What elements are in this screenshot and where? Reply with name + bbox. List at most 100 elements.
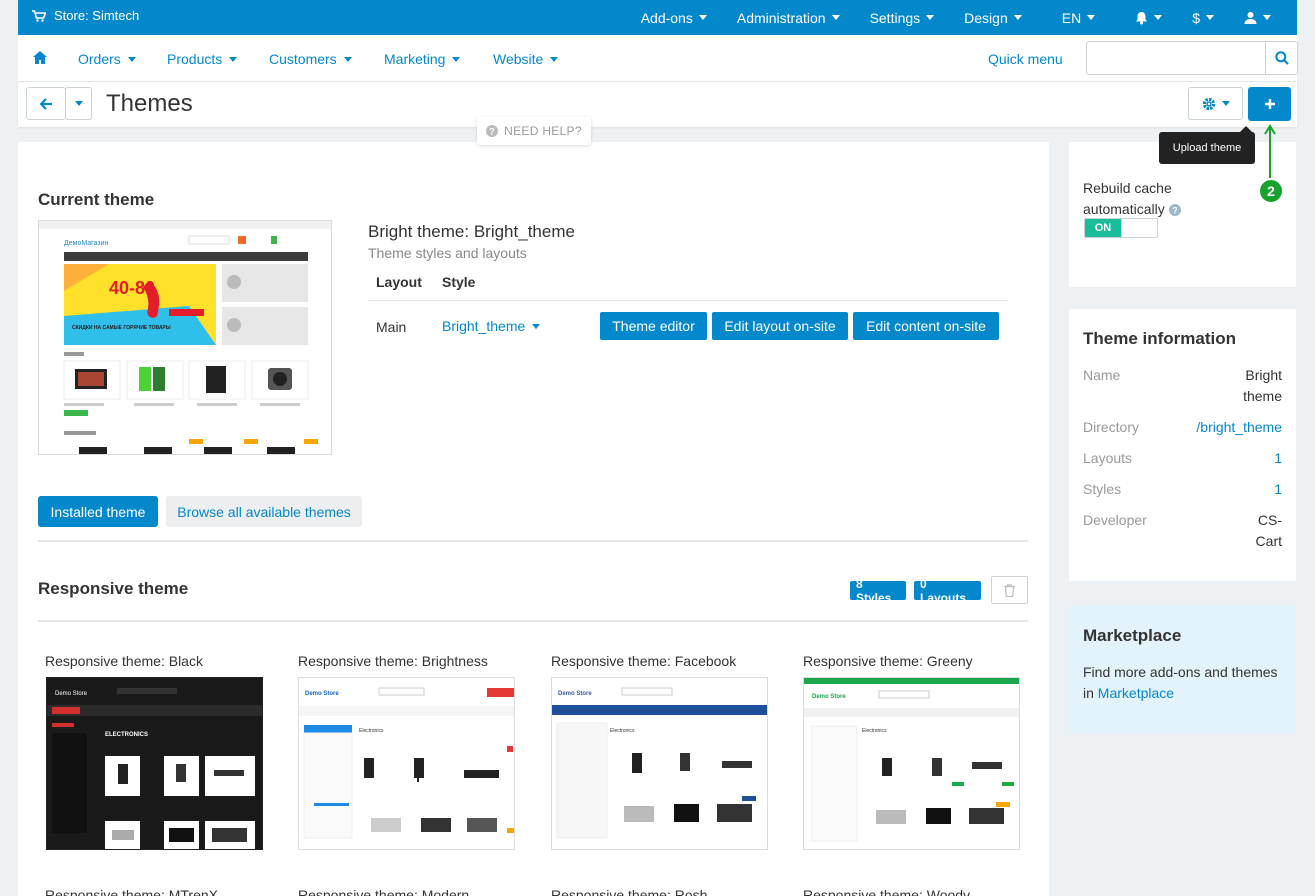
edit-layout-button[interactable]: Edit layout on-site <box>712 312 848 340</box>
info-value-name: Bright theme <box>1243 367 1282 404</box>
info-key-directory: Directory <box>1083 419 1140 435</box>
upload-theme-tooltip: Upload theme <box>1159 126 1255 164</box>
marketplace-description: Find more add-ons and themes in Marketpl… <box>1083 662 1283 704</box>
layouts-count-badge[interactable]: 0 Layouts <box>914 577 981 605</box>
quick-menu-link[interactable]: Quick menu <box>988 51 1063 67</box>
search-button[interactable] <box>1265 42 1297 74</box>
home-icon[interactable] <box>33 51 47 64</box>
upload-theme-button[interactable] <box>1248 87 1291 121</box>
info-value-developer: CS-Cart <box>1255 512 1282 549</box>
chevron-down-icon <box>452 56 461 62</box>
theme-information-panel: Theme information Name Bright theme Dire… <box>1069 309 1296 581</box>
back-button[interactable] <box>26 87 66 120</box>
edit-content-button[interactable]: Edit content on-site <box>853 312 999 340</box>
cart-icon <box>32 9 46 22</box>
annotation-arrow <box>1263 124 1277 180</box>
style-card-title: Responsive theme: MTrenX <box>45 887 218 896</box>
menu-orders[interactable]: Orders <box>78 51 136 67</box>
nav-design[interactable]: Design <box>949 10 1037 26</box>
chevron-down-icon <box>1154 15 1163 20</box>
need-help-button[interactable]: ? NEED HELP? <box>477 117 591 145</box>
history-dropdown-button[interactable] <box>65 87 92 120</box>
tab-installed-theme[interactable]: Installed theme <box>38 496 158 527</box>
info-value-styles[interactable]: 1 <box>1274 479 1282 500</box>
bell-icon <box>1135 11 1148 25</box>
menu-website[interactable]: Website <box>493 51 559 67</box>
arrow-left-icon <box>39 97 53 110</box>
style-card-title: Responsive theme: Brightness <box>298 653 488 669</box>
style-preview-facebook[interactable]: Demo Store Electronics <box>551 677 768 850</box>
page-header: Themes <box>18 82 1297 127</box>
menu-products[interactable]: Products <box>167 51 238 67</box>
store-label: Store: Simtech <box>54 8 140 23</box>
question-circle-icon[interactable]: ? <box>1168 204 1181 217</box>
style-card-title: Responsive theme: Greeny <box>803 653 973 669</box>
marketplace-panel: Marketplace Find more add-ons and themes… <box>1069 606 1296 734</box>
style-card-title: Responsive theme: Woody <box>803 887 971 896</box>
responsive-theme-heading: Responsive theme <box>38 579 189 598</box>
nav-addons[interactable]: Add-ons <box>626 10 722 26</box>
marketplace-title: Marketplace <box>1083 626 1182 645</box>
style-card-title: Responsive theme: Facebook <box>551 653 737 669</box>
info-key-layouts: Layouts <box>1083 450 1133 466</box>
menu-products-label: Products <box>167 51 223 67</box>
style-preview-greeny[interactable]: Demo Store Electronics <box>803 677 1020 850</box>
nav-settings-label: Settings <box>869 9 921 26</box>
chevron-down-icon <box>698 15 707 20</box>
style-dropdown[interactable]: Bright_theme <box>442 318 541 334</box>
rebuild-cache-toggle[interactable]: ON <box>1084 218 1158 238</box>
theme-info-title: Theme information <box>1083 329 1237 348</box>
chevron-down-icon <box>532 323 541 329</box>
user-icon <box>1244 11 1257 24</box>
current-theme-preview: ДемоМагазин 40-80 СКИДКИ НА САМЫЕ ГОРЯЧИ… <box>38 220 332 455</box>
style-preview-black[interactable]: Demo Store ELECTRONICS <box>46 677 263 850</box>
svg-text:Electronics: Electronics <box>862 728 887 734</box>
preview-logo: ДемоМагазин <box>64 240 108 247</box>
chevron-down-icon <box>926 15 935 20</box>
store-switcher[interactable]: Store: Simtech <box>32 8 139 23</box>
main-menu: Orders Products Customers Marketing Webs… <box>18 35 1298 82</box>
chevron-down-icon <box>831 15 840 20</box>
menu-marketing[interactable]: Marketing <box>384 51 461 67</box>
notifications-menu[interactable] <box>1120 11 1177 25</box>
current-theme-name: Bright theme: Bright_theme <box>368 222 575 241</box>
nav-design-label: Design <box>964 9 1008 26</box>
svg-text:ELECTRONICS: ELECTRONICS <box>105 732 148 738</box>
chevron-down-icon <box>1221 101 1230 106</box>
nav-settings[interactable]: Settings <box>855 10 950 26</box>
tab-browse-themes[interactable]: Browse all available themes <box>166 496 362 527</box>
current-theme-heading: Current theme <box>38 190 155 209</box>
page-title: Themes <box>106 90 193 117</box>
theme-editor-button[interactable]: Theme editor <box>600 312 707 340</box>
nav-administration[interactable]: Administration <box>722 10 855 26</box>
info-value-directory[interactable]: /bright_theme <box>1196 417 1282 438</box>
user-menu[interactable] <box>1229 11 1297 24</box>
toggle-on-label: ON <box>1085 219 1121 237</box>
info-value-layouts[interactable]: 1 <box>1274 448 1282 469</box>
settings-dropdown-button[interactable] <box>1188 87 1243 120</box>
plus-icon <box>1264 98 1276 110</box>
currency-switcher[interactable]: $ <box>1177 10 1229 26</box>
chevron-down-icon <box>550 56 559 62</box>
chevron-down-icon <box>1206 15 1214 20</box>
language-switcher[interactable]: EN <box>1037 10 1120 26</box>
svg-text:Electronics: Electronics <box>610 728 635 734</box>
info-key-styles: Styles <box>1083 481 1122 497</box>
delete-theme-button[interactable] <box>991 576 1028 604</box>
svg-text:?: ? <box>1172 206 1178 216</box>
styles-count-badge[interactable]: 8 Styles <box>850 577 906 605</box>
chevron-down-icon <box>229 56 238 62</box>
style-preview-brightness[interactable]: Demo Store Electronics <box>298 677 515 850</box>
chevron-down-icon <box>1013 15 1022 20</box>
marketplace-link[interactable]: Marketplace <box>1098 685 1174 701</box>
layout-cell: Main <box>376 319 407 335</box>
menu-customers[interactable]: Customers <box>269 51 352 67</box>
need-help-label: NEED HELP? <box>504 124 582 138</box>
menu-orders-label: Orders <box>78 51 121 67</box>
menu-marketing-label: Marketing <box>384 51 446 67</box>
search-input[interactable] <box>1086 41 1298 75</box>
step-badge: 2 <box>1258 178 1284 204</box>
preview-store-logo: Demo Store <box>812 694 846 700</box>
rebuild-cache-label: Rebuild cache automatically ? <box>1083 178 1203 220</box>
menu-customers-label: Customers <box>269 51 337 67</box>
